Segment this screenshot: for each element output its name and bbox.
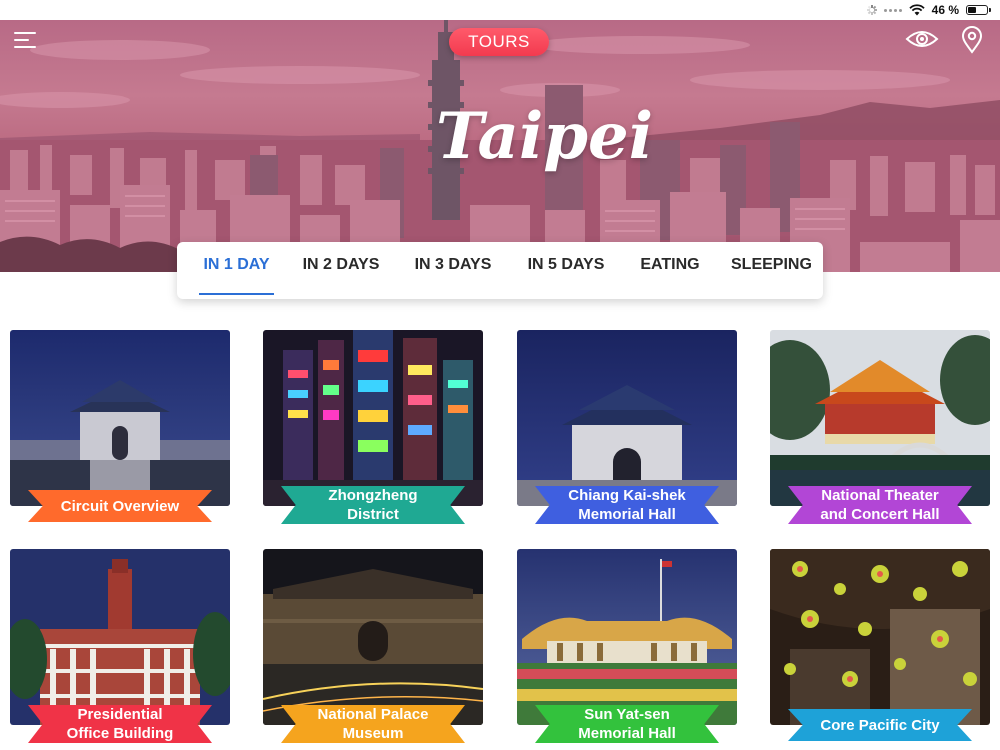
tab-eating[interactable]: EATING [637,242,703,299]
battery-level [968,7,976,13]
card-ribbon: Presidential Office Building [28,705,212,743]
card-title-line2: District [347,506,399,523]
card-title-line2: Memorial Hall [578,506,676,523]
card-title-line2: Office Building [66,725,174,742]
battery-percent: 46 % [931,3,959,17]
card-zhongzheng-district[interactable]: Zhongzheng District [263,330,483,524]
card-image [770,330,990,506]
card-title: National Theater and Concert Hall [820,486,939,524]
tab-in-3-days[interactable]: IN 3 DAYS [411,242,495,299]
card-title: Circuit Overview [60,497,180,515]
card-title: Sun Yat-sen Memorial Hall [578,705,676,743]
activity-spinner-icon [866,5,877,15]
hero-banner: TOURS Taipei [0,20,1000,272]
card-title-line1: National Theater [821,487,939,504]
card-presidential-office-building[interactable]: Presidential Office Building [10,549,230,743]
card-title-line1: Chiang Kai-shek [568,487,686,504]
wifi-icon [908,4,925,16]
status-bar: 46 % [0,0,1000,20]
card-ribbon: National Theater and Concert Hall [788,486,972,524]
card-image [517,549,737,725]
city-title: Taipei [436,99,654,174]
card-ribbon: Circuit Overview [28,490,212,522]
tab-in-2-days[interactable]: IN 2 DAYS [299,242,383,299]
status-indicators: 46 % [866,2,991,18]
card-sun-yat-sen-memorial-hall[interactable]: Sun Yat-sen Memorial Hall [517,549,737,743]
card-image [263,549,483,725]
card-title-line1: Sun Yat-sen [584,706,670,723]
card-title-line2: Museum [342,725,404,742]
card-national-palace-museum[interactable]: National Palace Museum [263,549,483,743]
tours-button[interactable]: TOURS [449,28,549,56]
card-title: Core Pacific City [820,716,940,734]
card-national-theater-and-concert-hall[interactable]: National Theater and Concert Hall [770,330,990,524]
menu-icon[interactable] [14,30,36,50]
eye-icon[interactable] [905,28,939,50]
card-title-line1: National Palace [317,706,429,723]
card-title: Presidential Office Building [67,705,174,743]
card-image [10,330,230,506]
card-title: Chiang Kai-shek Memorial Hall [568,486,686,524]
active-tab-indicator [199,293,274,295]
card-core-pacific-city[interactable]: Core Pacific City [770,549,990,741]
card-image [770,549,990,725]
tab-bar: IN 1 DAY IN 2 DAYS IN 3 DAYS IN 5 DAYS E… [177,242,823,299]
tab-in-1-day[interactable]: IN 1 DAY [199,242,274,299]
card-ribbon: Core Pacific City [788,709,972,741]
signal-dots-icon [883,8,902,12]
card-chiang-kai-shek-memorial-hall[interactable]: Chiang Kai-shek Memorial Hall [517,330,737,524]
card-title: National Palace Museum [318,705,429,743]
tab-sleeping[interactable]: SLEEPING [731,242,812,299]
card-title-line1: Zhongzheng [328,487,418,504]
battery-icon [966,5,991,15]
card-ribbon: Chiang Kai-shek Memorial Hall [535,486,719,524]
tab-in-5-days[interactable]: IN 5 DAYS [524,242,608,299]
card-title-line2: Memorial Hall [578,725,676,742]
card-image [517,330,737,506]
card-ribbon: Sun Yat-sen Memorial Hall [535,705,719,743]
card-circuit-overview[interactable]: Circuit Overview [10,330,230,522]
card-title-line2: and Concert Hall [820,506,940,523]
card-image [10,549,230,725]
card-title: Zhongzheng District [328,486,417,524]
card-image [263,330,483,506]
card-ribbon: Zhongzheng District [281,486,465,524]
card-title-line1: Presidential [77,706,163,723]
location-pin-icon[interactable] [960,26,984,54]
card-ribbon: National Palace Museum [281,705,465,743]
